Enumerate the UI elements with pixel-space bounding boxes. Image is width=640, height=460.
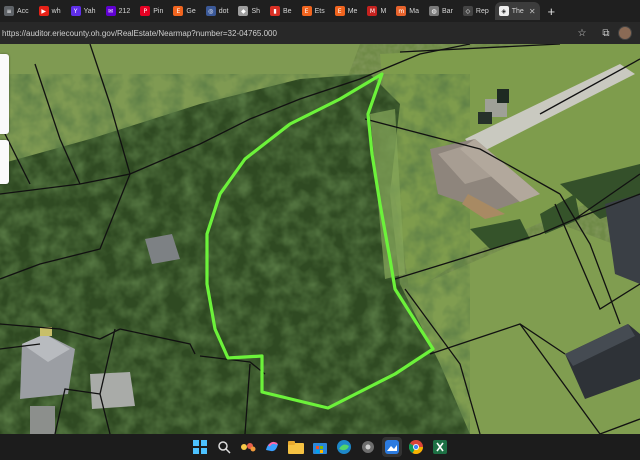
aerial-imagery <box>0 44 640 434</box>
browser-tab[interactable]: ◎ dot <box>202 2 233 20</box>
bookmark-icon: ▮ <box>270 6 281 16</box>
browser-tab[interactable]: ◆ Sh <box>234 2 264 20</box>
etsy-icon: E <box>334 6 345 16</box>
profile-avatar[interactable] <box>618 26 632 40</box>
tab-strip: ≡ Acc ▶ wh Y Yah ✉ 212 P Pin E Ge ◎ dot ◆ Sh ▮ Be E Ets E Me M… <box>0 0 640 22</box>
youtube-icon: ▶ <box>38 6 49 16</box>
browser-tab[interactable]: E Ets <box>298 2 329 20</box>
globe-icon: ◍ <box>429 6 440 16</box>
mercari-icon: m <box>396 6 407 16</box>
address-bar: https://auditor.eriecounty.oh.gov/RealEs… <box>0 22 640 44</box>
browser-tab[interactable]: ▮ Be <box>266 2 296 20</box>
windows-start-icon[interactable] <box>190 437 210 457</box>
browser-tab[interactable]: ▶ wh <box>35 2 65 20</box>
tab-label: The <box>511 7 524 15</box>
tab-label: Ets <box>314 7 325 15</box>
browser-tab[interactable]: E Ge <box>169 2 199 20</box>
aerial-map[interactable] <box>0 44 640 434</box>
yahoo-mail-icon: ✉ <box>105 6 116 16</box>
microsoft-store-icon[interactable] <box>310 437 330 457</box>
browser-tab[interactable]: ✉ 212 <box>102 2 135 20</box>
taskbar <box>0 434 640 460</box>
map-layer-control[interactable] <box>0 140 9 184</box>
circle-logo-icon: ◎ <box>205 6 216 16</box>
browser-tab[interactable]: ◈ The ✕ <box>494 2 540 20</box>
search-icon[interactable] <box>214 437 234 457</box>
photos-icon[interactable] <box>382 437 402 457</box>
map-zoom-control[interactable] <box>0 54 9 134</box>
mail-icon: M <box>367 6 378 16</box>
browser-tab[interactable]: ◇ Rep <box>459 2 493 20</box>
new-tab-button[interactable]: + <box>542 4 562 19</box>
widgets-icon[interactable] <box>238 437 258 457</box>
copilot-icon[interactable] <box>262 437 282 457</box>
browser-tab[interactable]: MM <box>363 2 390 20</box>
browser-tab[interactable]: ≡ Acc <box>0 2 33 20</box>
shopping-icon: ◆ <box>238 6 249 16</box>
shield-icon: ◈ <box>498 6 509 16</box>
tab-label: dot <box>218 7 229 15</box>
browser-tab[interactable]: ◍ Bar <box>425 2 457 20</box>
tab-label: Yah <box>83 7 96 15</box>
bookmark-star-icon[interactable]: ☆ <box>570 28 594 39</box>
etsy-icon: E <box>301 6 312 16</box>
extensions-icon[interactable]: ⧉ <box>594 28 618 39</box>
browser-tab[interactable]: P Pin <box>136 2 167 20</box>
url-field[interactable]: https://auditor.eriecounty.oh.gov/RealEs… <box>0 29 570 38</box>
tab-label: wh <box>51 7 61 15</box>
chrome-icon[interactable] <box>406 437 426 457</box>
browser-tab[interactable]: Y Yah <box>67 2 100 20</box>
tab-label: Rep <box>475 7 489 15</box>
tab-label: Sh <box>251 7 261 15</box>
tab-close-icon[interactable]: ✕ <box>529 7 536 16</box>
tab-label: Acc <box>17 7 29 15</box>
tab-label: Me <box>347 7 358 15</box>
tab-label: Bar <box>442 7 453 15</box>
tab-label: Ge <box>186 7 196 15</box>
browser-tab[interactable]: E Me <box>331 2 362 20</box>
tab-label: Ma <box>409 7 420 15</box>
excel-icon[interactable] <box>430 437 450 457</box>
etsy-icon: E <box>173 6 184 16</box>
settings-icon[interactable] <box>358 437 378 457</box>
tab-label: M <box>380 7 387 15</box>
pinterest-icon: P <box>140 6 151 16</box>
diamond-icon: ◇ <box>462 6 473 16</box>
file-explorer-icon[interactable] <box>286 437 306 457</box>
tab-label: 212 <box>118 7 131 15</box>
tab-label: Pin <box>153 7 164 15</box>
tab-label: Be <box>283 7 292 15</box>
edge-icon[interactable] <box>334 437 354 457</box>
yahoo-icon: Y <box>70 6 81 16</box>
document-icon: ≡ <box>4 6 14 16</box>
browser-tab[interactable]: m Ma <box>392 2 423 20</box>
